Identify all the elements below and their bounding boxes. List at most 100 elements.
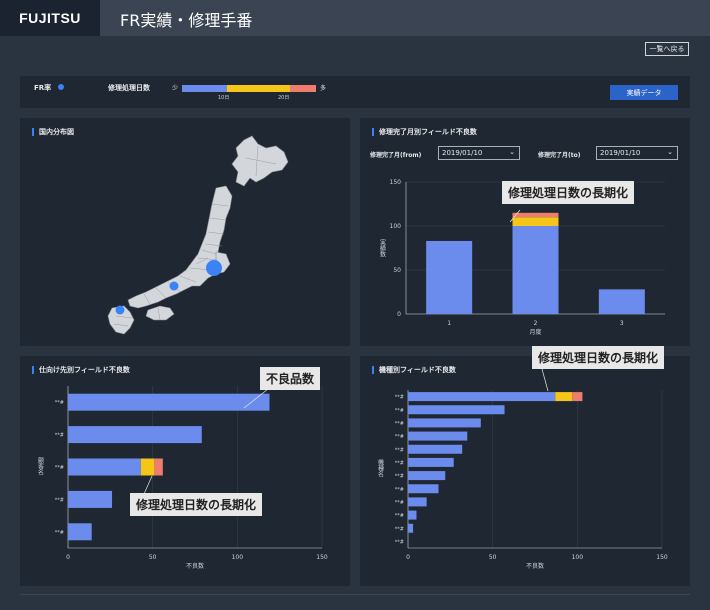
map-panel: 国内分布図 [20, 118, 350, 346]
model-bar[interactable] [408, 418, 481, 428]
destination-chart-panel: 仕向け先別フィールド不良数 0 50 100 150 **# **# **# **# **# 不良… [20, 356, 350, 586]
x-tick-label: 0 [406, 554, 410, 561]
month-bar[interactable] [512, 212, 559, 218]
model-bar[interactable] [572, 392, 583, 402]
x-tick-label: 3 [620, 320, 624, 327]
model-bar-chart: 0 50 100 150 **# **# **# **# **# **# **# **# **# **# *… [377, 368, 668, 570]
y-tick-label: **# [395, 487, 404, 493]
y-tick-label: **# [395, 408, 404, 414]
destination-bar[interactable] [68, 490, 113, 508]
y-tick-label: **# [395, 447, 404, 453]
y-tick-label: **# [55, 465, 64, 471]
model-bar[interactable] [408, 457, 454, 467]
x-axis-label: 不良数 [186, 562, 204, 570]
model-chart-panel: 機種別フィールド不良数 0 50 100 150 **# **# **# **# **# **# *… [360, 356, 690, 586]
x-axis-label: 不良数 [526, 562, 544, 570]
page-title: FR実績・修理手番 [120, 11, 253, 30]
month-bar-chart: 0 50 100 150 1 2 3 月度 実績数 [379, 179, 665, 336]
back-to-list-button[interactable]: 一覧へ戻る [645, 42, 689, 56]
legend-tick-10: 10日 [218, 95, 230, 101]
y-tick-label: **# [395, 474, 404, 480]
y-tick-label: **# [395, 500, 404, 506]
x-tick-label: 0 [66, 554, 70, 561]
y-tick-label: 50 [393, 267, 401, 274]
x-tick-label: 150 [316, 554, 328, 561]
y-tick-label: **# [395, 526, 404, 532]
y-tick-label: **# [55, 530, 64, 536]
y-tick-label: **# [395, 395, 404, 401]
defect-count-callout: 不良品数 [260, 367, 321, 390]
model-bar[interactable] [408, 484, 439, 494]
y-tick-label: **# [395, 513, 404, 519]
legend-red-segment [290, 85, 316, 92]
x-tick-label: 1 [447, 320, 451, 327]
x-tick-label: 100 [572, 554, 584, 561]
month-bar[interactable] [598, 289, 645, 314]
y-tick-label: **# [395, 434, 404, 440]
x-axis-label: 月度 [529, 328, 541, 336]
legend-tick-20: 20日 [278, 95, 290, 101]
model-callout: 修理処理日数の長期化 [532, 346, 665, 369]
legend-min-label: 少 [172, 85, 179, 92]
y-tick-label: **# [395, 460, 404, 466]
map-marker-fukuoka[interactable] [115, 305, 125, 315]
month-bar[interactable] [512, 217, 559, 226]
y-tick-label: 100 [390, 223, 402, 230]
repair-days-legend-bar [182, 85, 316, 92]
app-header: FUJITSU FR実績・修理手番 [0, 0, 710, 36]
x-tick-label: 2 [534, 320, 538, 327]
destination-bar[interactable] [140, 458, 155, 476]
destination-bar[interactable] [68, 426, 202, 444]
y-tick-label: **# [395, 421, 404, 427]
y-tick-label: 0 [397, 311, 401, 318]
destination-bar[interactable] [68, 523, 92, 541]
model-bar[interactable] [408, 431, 468, 441]
map-shikoku[interactable] [145, 305, 175, 321]
y-axis-label: 機種名 [377, 458, 384, 478]
footer-divider [20, 594, 690, 595]
month-bar[interactable] [426, 240, 473, 314]
fr-rate-label: FR率 [34, 84, 52, 92]
model-bar[interactable] [408, 471, 446, 481]
x-tick-label: 50 [489, 554, 497, 561]
y-tick-label: 150 [390, 179, 402, 186]
model-bar[interactable] [408, 510, 417, 520]
map-honshu[interactable] [127, 185, 233, 309]
model-bar[interactable] [408, 392, 556, 402]
model-bar[interactable] [408, 405, 505, 415]
y-axis-label: 顧客名 [37, 456, 44, 476]
destination-bar-chart: 0 50 100 150 **# **# **# **# **# 不良数 顧客名 [37, 386, 328, 570]
model-bar[interactable] [408, 444, 463, 454]
repair-days-label: 修理処理日数 [108, 84, 150, 92]
y-axis-label: 実績数 [379, 238, 386, 258]
fr-rate-dot-icon [58, 84, 64, 90]
model-bar[interactable] [555, 392, 573, 402]
logo-box: FUJITSU [0, 0, 100, 36]
callout-leader [541, 368, 549, 392]
fujitsu-logo: FUJITSU [19, 10, 81, 26]
destination-bar[interactable] [68, 393, 270, 411]
actual-data-button[interactable]: 実績データ [610, 85, 678, 100]
x-tick-label: 150 [656, 554, 668, 561]
x-tick-label: 50 [149, 554, 157, 561]
y-tick-label: **# [55, 400, 64, 406]
y-tick-label: **# [395, 539, 404, 545]
legend-yellow-segment [227, 85, 290, 92]
month-bar[interactable] [512, 226, 559, 314]
filter-bar: FR率 修理処理日数 少 多 10日 20日 実績データ [20, 76, 690, 108]
month-callout: 修理処理日数の長期化 [502, 181, 635, 204]
model-bar[interactable] [408, 523, 414, 533]
destination-bar[interactable] [154, 458, 163, 476]
map-marker-tokyo[interactable] [206, 260, 222, 276]
destination-callout: 修理処理日数の長期化 [130, 493, 263, 516]
y-tick-label: **# [55, 497, 64, 503]
legend-blue-segment [182, 85, 227, 92]
month-chart-panel: 修理完了月別フィールド不良数 修理完了月(from) 2019/01/10 ⌄ … [360, 118, 690, 346]
destination-bar[interactable] [68, 458, 141, 476]
japan-map [107, 135, 289, 335]
y-tick-label: **# [55, 433, 64, 439]
legend-max-label: 多 [320, 85, 327, 92]
model-bar[interactable] [408, 497, 427, 507]
map-marker-osaka[interactable] [169, 281, 179, 291]
callout-leader [143, 475, 153, 495]
